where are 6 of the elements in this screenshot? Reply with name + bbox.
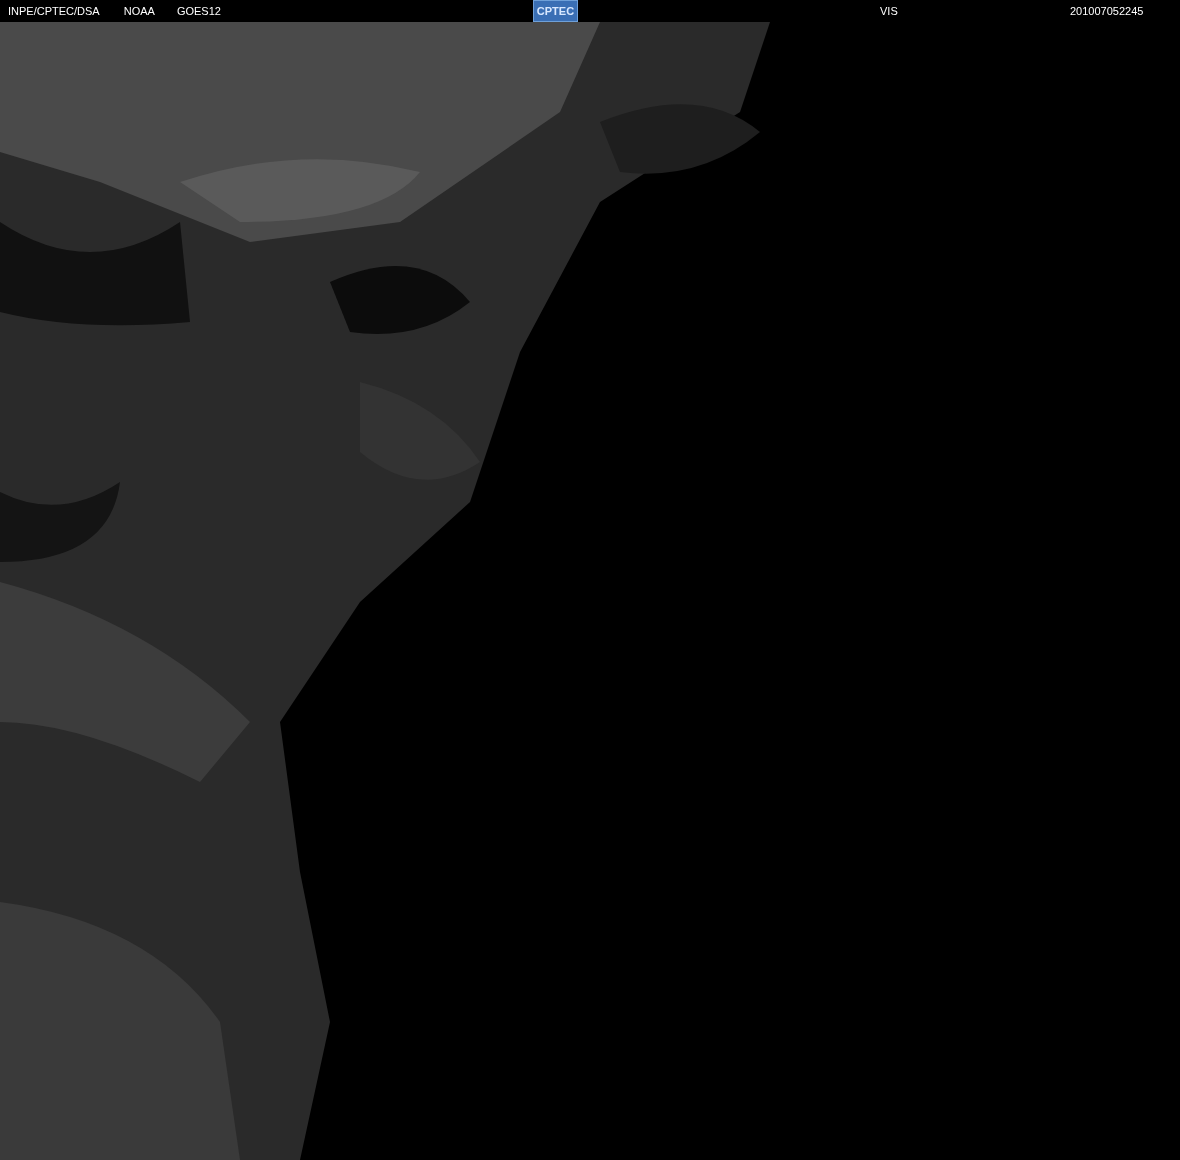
logo: CPTEC	[532, 0, 579, 22]
source-label: GOES12	[176, 3, 221, 19]
timestamp: 201007052245	[1070, 3, 1145, 19]
source-label: NOAA	[123, 3, 155, 19]
channel-label: VIS	[880, 3, 899, 19]
source-label: INPE/CPTEC/DSA	[8, 3, 100, 19]
